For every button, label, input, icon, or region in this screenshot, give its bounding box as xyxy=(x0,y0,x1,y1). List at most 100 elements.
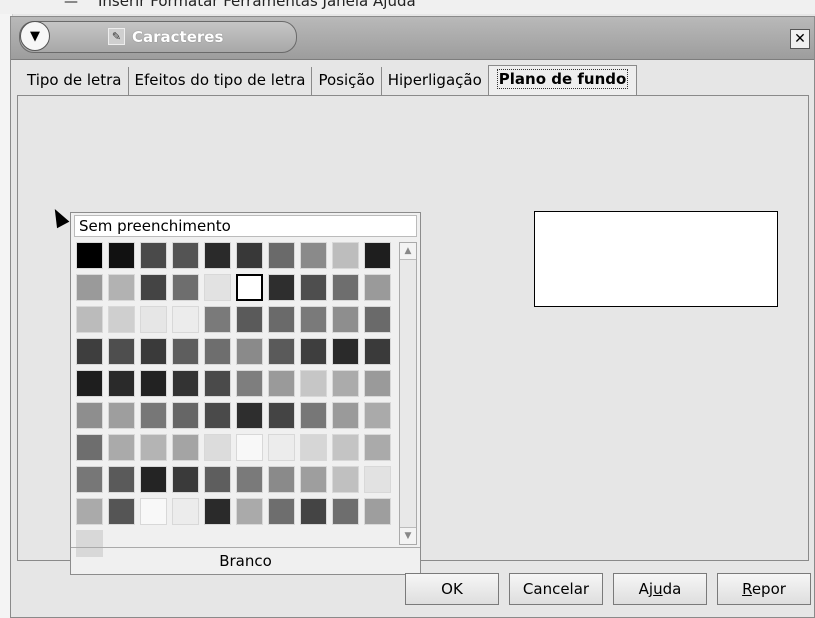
color-swatch[interactable] xyxy=(332,338,359,365)
color-swatch[interactable] xyxy=(300,306,327,333)
color-swatch[interactable] xyxy=(76,306,103,333)
scroll-down-icon[interactable]: ▼ xyxy=(400,527,416,544)
color-swatch[interactable] xyxy=(140,434,167,461)
color-swatch[interactable] xyxy=(172,434,199,461)
color-swatch[interactable] xyxy=(76,498,103,525)
color-swatch[interactable] xyxy=(204,338,231,365)
color-swatch[interactable] xyxy=(268,498,295,525)
color-swatch[interactable] xyxy=(300,274,327,301)
color-swatch[interactable] xyxy=(108,338,135,365)
color-swatch[interactable] xyxy=(204,498,231,525)
color-swatch[interactable] xyxy=(140,370,167,397)
tab-hyperlink[interactable]: Hiperligação xyxy=(381,67,488,95)
color-swatch[interactable] xyxy=(268,402,295,429)
color-swatch[interactable] xyxy=(332,498,359,525)
color-swatch[interactable] xyxy=(204,274,231,301)
color-swatch[interactable] xyxy=(236,466,263,493)
color-swatch[interactable] xyxy=(236,338,263,365)
color-swatch[interactable] xyxy=(300,498,327,525)
color-swatch[interactable] xyxy=(172,274,199,301)
color-swatch[interactable] xyxy=(204,370,231,397)
color-swatch[interactable] xyxy=(268,306,295,333)
color-swatch[interactable] xyxy=(364,434,391,461)
color-swatch[interactable] xyxy=(108,498,135,525)
color-swatch[interactable] xyxy=(236,306,263,333)
color-swatch[interactable] xyxy=(140,274,167,301)
color-swatch[interactable] xyxy=(172,498,199,525)
color-swatch[interactable] xyxy=(108,274,135,301)
color-swatch[interactable] xyxy=(140,498,167,525)
help-button[interactable]: Ajuda xyxy=(613,573,707,605)
color-swatch[interactable] xyxy=(204,434,231,461)
color-swatch[interactable] xyxy=(268,274,295,301)
color-swatch[interactable] xyxy=(332,466,359,493)
color-swatch[interactable] xyxy=(236,498,263,525)
color-swatch[interactable] xyxy=(204,402,231,429)
color-swatch[interactable] xyxy=(204,242,231,269)
color-swatch[interactable] xyxy=(108,242,135,269)
color-swatch[interactable] xyxy=(140,338,167,365)
color-swatch[interactable] xyxy=(364,498,391,525)
dialog-titlebar[interactable]: ▼ ✎ Caracteres ✕ xyxy=(11,17,814,60)
color-swatch[interactable] xyxy=(332,306,359,333)
color-swatch[interactable] xyxy=(76,274,103,301)
color-swatch[interactable] xyxy=(300,338,327,365)
palette-scrollbar[interactable]: ▲ ▼ xyxy=(399,242,417,545)
tab-position[interactable]: Posição xyxy=(312,67,382,95)
color-swatch[interactable] xyxy=(364,242,391,269)
menubar-items[interactable]: Inserir Formatar Ferramentas Janela Ajud… xyxy=(98,0,416,10)
color-swatch[interactable] xyxy=(76,338,103,365)
color-swatch[interactable] xyxy=(108,402,135,429)
color-swatch[interactable] xyxy=(236,370,263,397)
color-swatch[interactable] xyxy=(332,434,359,461)
color-swatch[interactable] xyxy=(108,434,135,461)
color-swatch[interactable] xyxy=(268,242,295,269)
color-swatch[interactable] xyxy=(300,242,327,269)
color-swatch[interactable] xyxy=(332,274,359,301)
color-swatch[interactable] xyxy=(172,402,199,429)
tab-font[interactable]: Tipo de letra xyxy=(21,67,129,95)
color-swatch[interactable] xyxy=(172,338,199,365)
color-swatch[interactable] xyxy=(332,370,359,397)
color-swatch[interactable] xyxy=(364,306,391,333)
color-swatch[interactable] xyxy=(76,242,103,269)
color-swatch[interactable] xyxy=(364,402,391,429)
color-swatch[interactable] xyxy=(236,434,263,461)
color-swatch[interactable] xyxy=(108,370,135,397)
color-swatch[interactable] xyxy=(108,306,135,333)
color-swatch[interactable] xyxy=(236,242,263,269)
color-swatch[interactable] xyxy=(108,466,135,493)
color-swatch[interactable] xyxy=(268,466,295,493)
color-swatch[interactable] xyxy=(236,402,263,429)
color-swatch[interactable] xyxy=(300,466,327,493)
color-swatch[interactable] xyxy=(364,274,391,301)
reset-button[interactable]: Repor xyxy=(717,573,811,605)
ok-button[interactable]: OK xyxy=(405,573,499,605)
color-swatch[interactable] xyxy=(172,242,199,269)
color-swatch[interactable] xyxy=(364,466,391,493)
color-swatch[interactable] xyxy=(364,338,391,365)
color-swatch[interactable] xyxy=(300,402,327,429)
window-menu-button[interactable]: ▼ xyxy=(20,21,50,51)
color-swatch[interactable] xyxy=(76,402,103,429)
color-swatch[interactable] xyxy=(364,370,391,397)
color-swatch[interactable] xyxy=(140,402,167,429)
color-swatch[interactable] xyxy=(76,466,103,493)
color-swatch[interactable] xyxy=(332,242,359,269)
color-swatch[interactable] xyxy=(172,306,199,333)
color-swatch[interactable] xyxy=(268,434,295,461)
color-swatch[interactable] xyxy=(268,338,295,365)
color-swatch[interactable] xyxy=(300,370,327,397)
close-button[interactable]: ✕ xyxy=(790,29,810,49)
color-swatch[interactable] xyxy=(76,434,103,461)
color-swatch[interactable] xyxy=(300,434,327,461)
color-swatch[interactable] xyxy=(268,370,295,397)
color-swatch[interactable] xyxy=(140,466,167,493)
color-swatch[interactable] xyxy=(204,306,231,333)
color-swatch[interactable] xyxy=(204,466,231,493)
color-swatch[interactable] xyxy=(140,306,167,333)
tab-font-effects[interactable]: Efeitos do tipo de letra xyxy=(128,67,313,95)
color-swatch[interactable] xyxy=(140,242,167,269)
color-swatch[interactable] xyxy=(236,274,263,301)
scroll-up-icon[interactable]: ▲ xyxy=(400,243,416,260)
